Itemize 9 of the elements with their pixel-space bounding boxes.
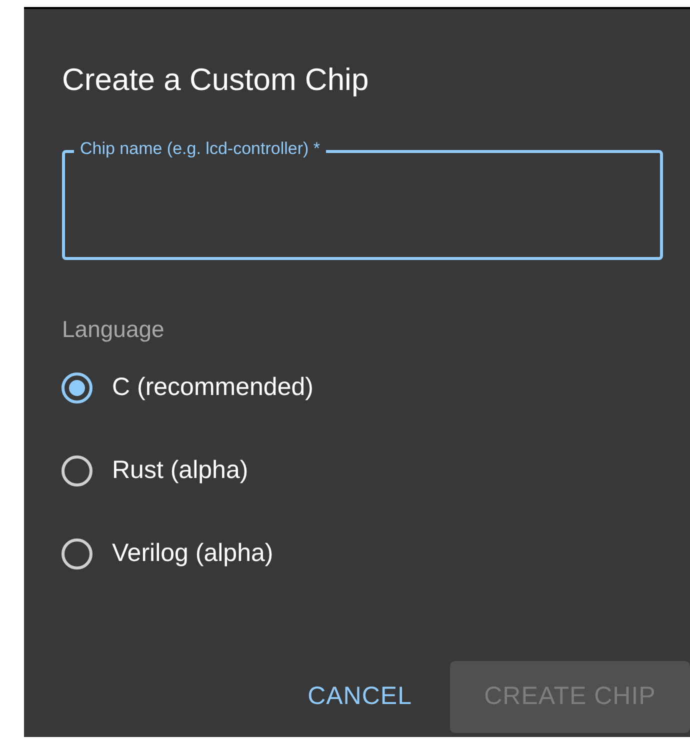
radio-icon[interactable] — [60, 454, 94, 488]
radio-label[interactable]: C (recommended) — [112, 369, 314, 407]
radio-selected-icon[interactable] — [60, 371, 94, 405]
language-label: Language — [62, 314, 166, 344]
radio-label[interactable]: Rust (alpha) — [112, 452, 248, 490]
dialog-title: Create a Custom Chip — [62, 61, 370, 99]
radio-icon[interactable] — [60, 537, 94, 571]
cancel-button[interactable]: CANCEL — [304, 672, 416, 722]
radio-label[interactable]: Verilog (alpha) — [112, 535, 274, 573]
